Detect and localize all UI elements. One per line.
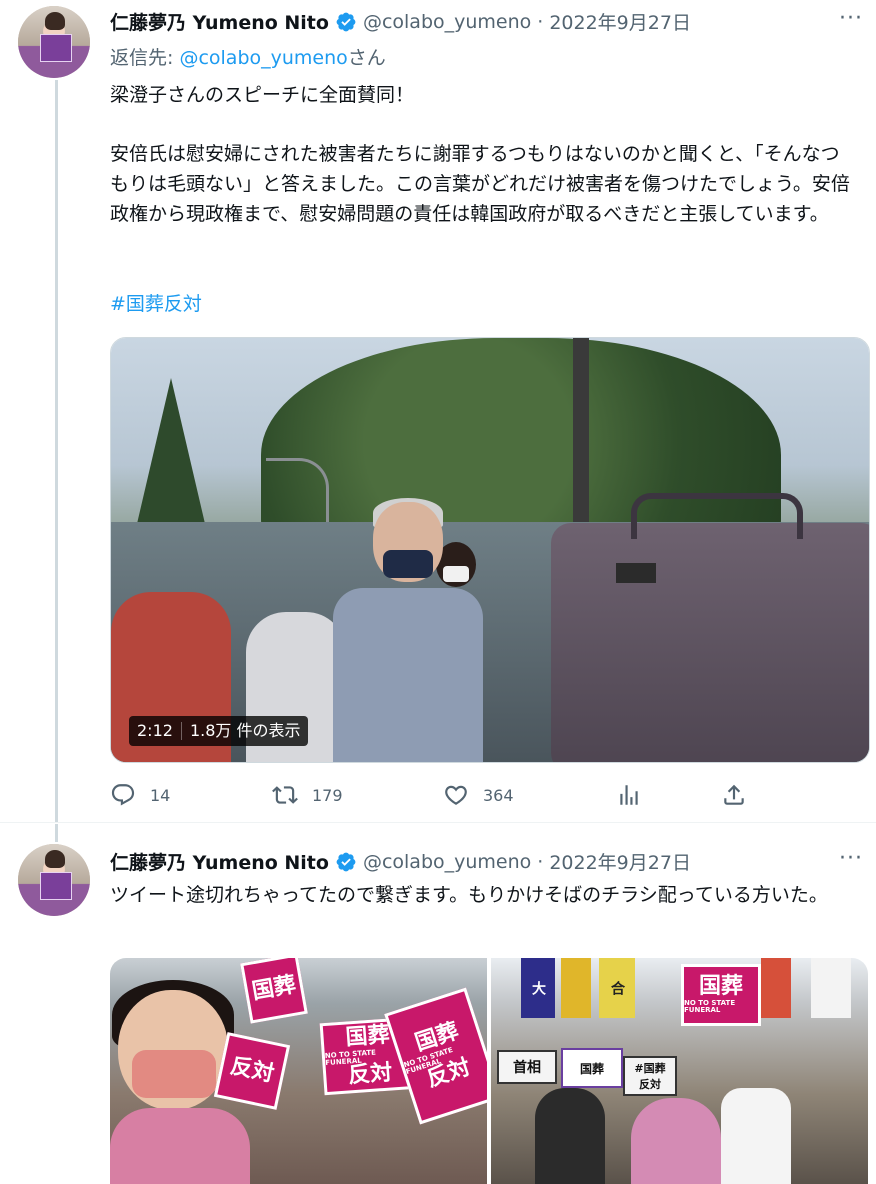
sign-text-kokuso: 国葬: [250, 971, 298, 1005]
verified-badge-icon: [336, 852, 356, 871]
author-name[interactable]: 仁藤夢乃 Yumeno Nito: [110, 848, 329, 875]
tweet-2[interactable]: 仁藤夢乃 Yumeno Nito @colabo_yumeno · 2022年9…: [0, 824, 876, 1184]
retweet-count: 179: [312, 785, 343, 805]
thread-line-top: [55, 824, 58, 842]
video-thumbnail: [111, 338, 869, 762]
share-button[interactable]: [721, 782, 747, 808]
reply-mention-link[interactable]: @colabo_yumeno: [179, 47, 347, 69]
retweet-icon: [272, 786, 298, 804]
author-avatar[interactable]: [18, 6, 90, 78]
photo-grid: 国葬 反対 国葬 NO TO STATE FUNERAL 反対 国葬 NO TO…: [110, 958, 868, 1184]
dot-separator: ·: [537, 10, 544, 33]
video-player[interactable]: 2:12 1.8万 件の表示: [110, 337, 870, 763]
reply-prefix: 返信先:: [110, 47, 180, 69]
like-button[interactable]: 364: [443, 782, 514, 808]
more-options-icon[interactable]: ···: [838, 8, 864, 36]
sign-text-shusho: 首相: [513, 1060, 541, 1076]
banner-text-1: 大: [530, 981, 546, 995]
reply-suffix: さん: [347, 47, 386, 69]
retweet-button[interactable]: 179: [272, 782, 343, 808]
tweet-text-line1: 梁澄子さんのスピーチに全面賛同！: [110, 84, 415, 106]
video-duration: 2:12: [137, 721, 173, 740]
sign-text-kokuso-2: 国葬: [344, 1022, 391, 1051]
photo-1[interactable]: 国葬 反対 国葬 NO TO STATE FUNERAL 反対 国葬 NO TO…: [110, 958, 487, 1184]
sign-text-hash-2: 反対: [639, 1078, 661, 1091]
banner-text-2: 合: [609, 981, 625, 995]
author-handle[interactable]: @colabo_yumeno: [363, 851, 531, 873]
author-name[interactable]: 仁藤夢乃 Yumeno Nito: [110, 8, 329, 35]
tweet-date[interactable]: 2022年9月27日: [549, 848, 691, 875]
reply-button[interactable]: 14: [110, 782, 170, 808]
sign-text-hash-1: #国葬: [634, 1062, 666, 1075]
video-views: 1.8万 件の表示: [189, 721, 301, 740]
thread-line: [55, 80, 58, 822]
tweet-header: 仁藤夢乃 Yumeno Nito @colabo_yumeno · 2022年9…: [110, 848, 691, 875]
sign-text-hantai-2: 反対: [347, 1060, 394, 1089]
analytics-button[interactable]: [616, 782, 642, 808]
sign-text-hantai: 反対: [227, 1053, 277, 1088]
tweet-divider: [0, 822, 876, 823]
hashtag-link[interactable]: #国葬反対: [110, 289, 202, 316]
analytics-icon: [620, 785, 638, 805]
sign-text-rainbow: 国葬: [579, 1061, 604, 1076]
verified-badge-icon: [336, 12, 356, 31]
sign-text-kokuso-4: 国葬: [698, 974, 743, 999]
photo-2[interactable]: 大 合 国葬 NO TO STATE FUNERAL 首相 国葬 #国葬 反対: [491, 958, 868, 1184]
tweet-text-paragraph: 安倍氏は慰安婦にされた被害者たちに謝罪するつもりはないのかと聞くと、「そんなつも…: [110, 143, 850, 225]
reply-count: 14: [150, 785, 171, 805]
like-icon: [445, 785, 467, 805]
author-avatar[interactable]: [18, 844, 90, 916]
reply-icon: [111, 784, 135, 806]
video-stats-badge: 2:12 1.8万 件の表示: [129, 716, 309, 746]
reply-to-line: 返信先: @colabo_yumenoさん: [110, 43, 386, 70]
tweet-date[interactable]: 2022年9月27日: [549, 8, 691, 35]
author-handle[interactable]: @colabo_yumeno: [363, 11, 531, 33]
sign-text-no-state-funeral-3: NO TO STATE FUNERAL: [684, 999, 736, 1014]
share-icon: [724, 784, 744, 805]
dot-separator: ·: [537, 850, 544, 873]
tweet-header: 仁藤夢乃 Yumeno Nito @colabo_yumeno · 2022年9…: [110, 8, 691, 35]
like-count: 364: [483, 785, 514, 805]
more-options-icon[interactable]: ···: [838, 848, 864, 876]
tweet-actions: 14 179 364: [110, 782, 770, 812]
tweet-1[interactable]: 仁藤夢乃 Yumeno Nito @colabo_yumeno · 2022年9…: [0, 0, 876, 822]
tweet-text: ツイート途切れちゃってたので繋ぎます。もりかけそばのチラシ配っている方いた。: [110, 884, 828, 906]
